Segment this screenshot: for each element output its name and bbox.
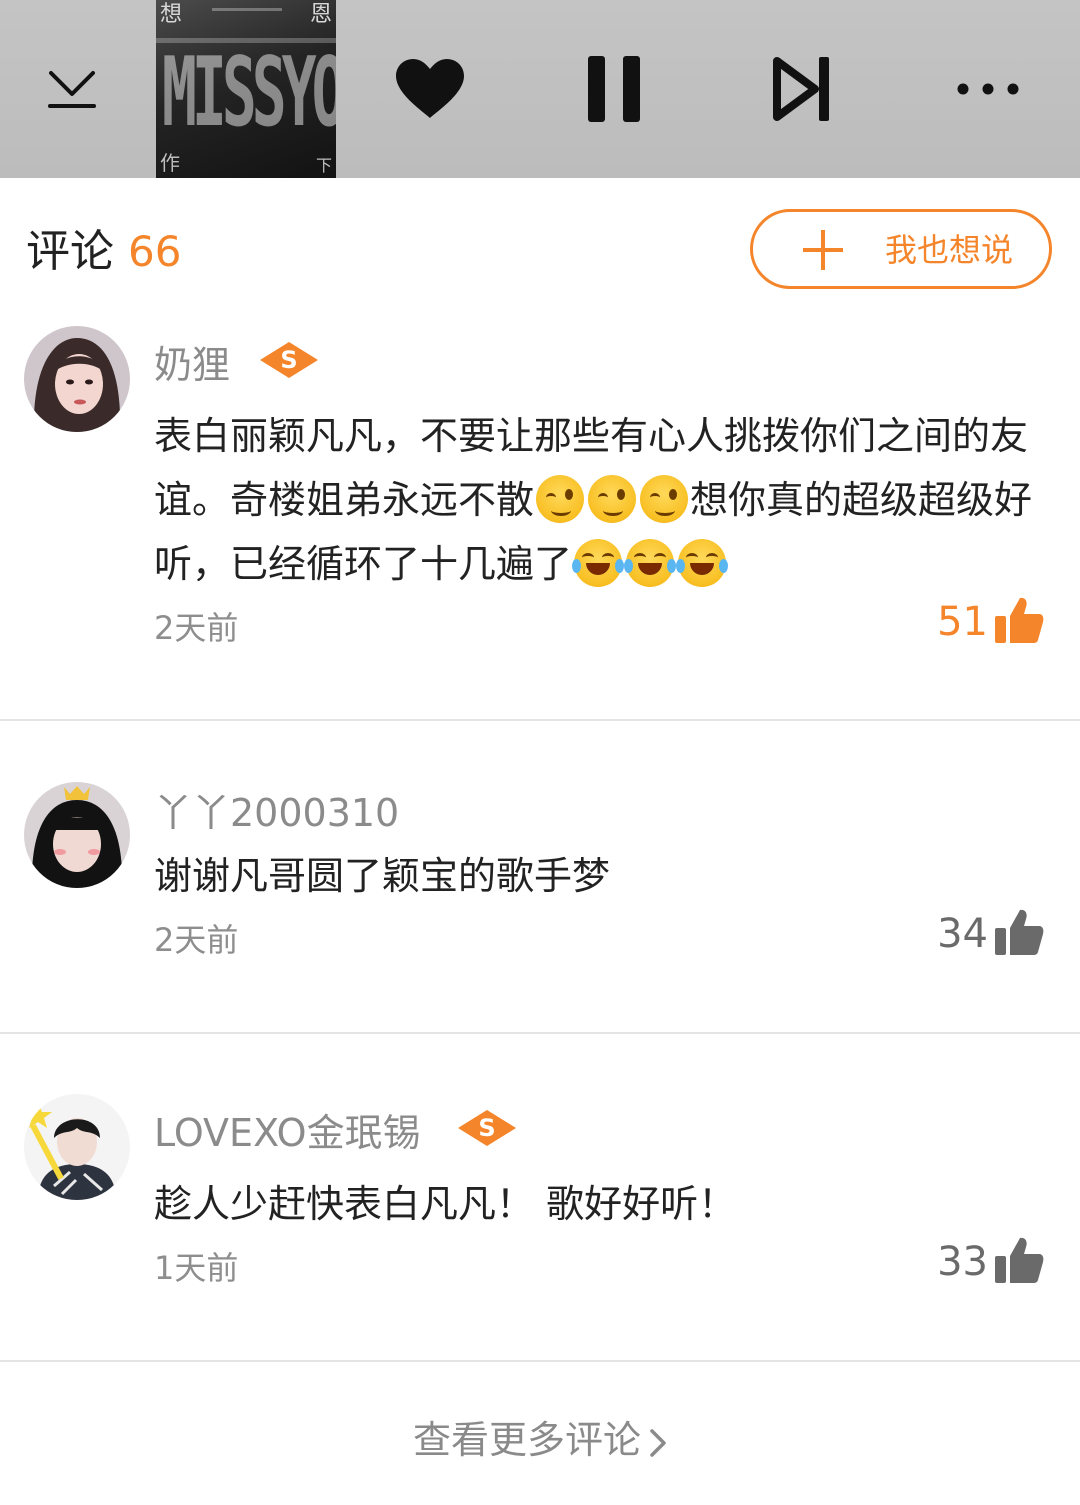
next-track-button[interactable] [760, 0, 844, 178]
comment-text: 趁人少赶快表白凡凡！ 歌好好听！ [154, 1172, 1054, 1236]
divider [0, 719, 1080, 721]
cover-decoration [212, 8, 282, 11]
tears-of-joy-emoji-icon [572, 538, 625, 587]
vip-badge-text: S [280, 346, 297, 374]
more-icon [957, 83, 1019, 95]
cover-text: 作 [160, 151, 180, 175]
comments-header: 评论 66 [26, 222, 181, 282]
write-comment-button[interactable]: 我也想说 [750, 209, 1052, 289]
comments-count: 66 [128, 227, 182, 276]
avatar[interactable] [24, 1094, 130, 1200]
like-count: 34 [937, 911, 988, 957]
comment-username[interactable]: 丫丫2000310 [154, 788, 399, 838]
cover-text: 想 [160, 2, 183, 27]
comment-text-segment: 谢谢凡哥圆了颖宝的歌手梦 [154, 854, 611, 898]
tears-of-joy-emoji-icon [676, 538, 729, 587]
wink-emoji-icon [588, 474, 637, 523]
user-avatar-image [24, 326, 130, 432]
comment-text: 谢谢凡哥圆了颖宝的歌手梦 [154, 844, 1054, 908]
like-count: 51 [937, 599, 988, 645]
thumbs-up-icon [995, 909, 1044, 955]
like-comment-button[interactable]: 33 [937, 1236, 1044, 1284]
heart-icon [396, 59, 464, 118]
mini-player-bar: 想 恩 MISSYOU 作 下 [0, 0, 1080, 178]
write-comment-label: 我也想说 [885, 231, 1014, 269]
plus-icon [803, 230, 843, 270]
comment-text: 表白丽颖凡凡，不要让那些有心人挑拨你们之间的友谊。奇楼姐弟永远不散 想你真的超级超… [154, 404, 1054, 596]
comments-title: 评论 [26, 226, 114, 277]
view-more-comments-label: 查看更多评论 [412, 1418, 641, 1462]
cover-text: 下 [315, 156, 332, 175]
thumbs-up-icon [995, 1237, 1044, 1283]
like-comment-button[interactable]: 34 [937, 908, 1044, 956]
user-avatar-image [24, 782, 130, 888]
view-more-comments-link[interactable]: 查看更多评论 [0, 1410, 1080, 1470]
comment-time: 2天前 [154, 609, 239, 647]
thumbs-up-icon [995, 597, 1044, 643]
chevron-right-icon [650, 1428, 666, 1457]
cover-text: 恩 [309, 2, 332, 27]
collapse-button[interactable] [32, 0, 112, 178]
comment-time: 2天前 [154, 921, 239, 959]
comment-text-segment: 趁人少赶快表白凡凡！ 歌好好听！ [154, 1182, 737, 1226]
comment-username[interactable]: 奶狸 [154, 340, 230, 390]
pause-button[interactable] [574, 0, 654, 178]
avatar[interactable] [24, 782, 130, 888]
like-count: 33 [937, 1239, 988, 1285]
comment-time: 1天前 [154, 1249, 239, 1287]
pause-icon [588, 56, 640, 122]
next-track-icon [773, 57, 829, 121]
more-options-button[interactable] [944, 0, 1032, 178]
collapse-icon [48, 71, 96, 108]
comment-username[interactable]: LOVEXO金珉锡 [154, 1108, 421, 1158]
tears-of-joy-emoji-icon [624, 538, 677, 587]
wink-emoji-icon [640, 474, 689, 523]
vip-badge-icon: S [458, 1110, 516, 1146]
album-cover[interactable]: 想 恩 MISSYOU 作 下 [156, 0, 336, 178]
user-avatar-image [24, 1094, 130, 1200]
like-song-button[interactable] [386, 0, 474, 178]
avatar[interactable] [24, 326, 130, 432]
vip-badge-icon: S [260, 342, 318, 378]
divider [0, 1032, 1080, 1034]
like-comment-button[interactable]: 51 [937, 596, 1044, 644]
divider [0, 1360, 1080, 1362]
wink-emoji-icon [536, 474, 585, 523]
cover-title: MISSYOU [162, 35, 336, 149]
vip-badge-text: S [478, 1114, 495, 1142]
